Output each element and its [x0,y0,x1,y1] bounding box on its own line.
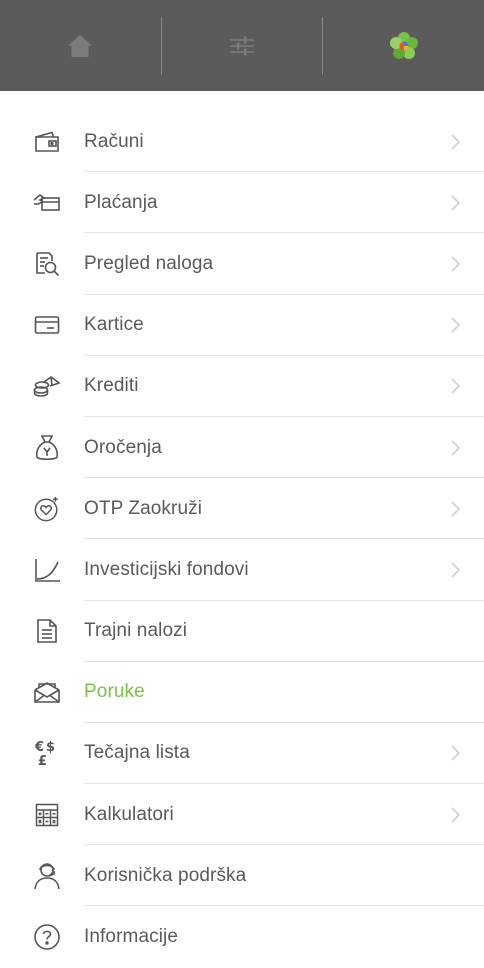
menu-item-trajni-nalozi[interactable]: Trajni nalozi [0,601,484,662]
menu-item-orocenja[interactable]: Oročenja [0,417,484,479]
menu-item-racuni[interactable]: Računi [0,111,484,173]
menu-item-tecajna-lista[interactable]: € $ £ Tečajna lista [0,723,484,785]
menu-item-kartice[interactable]: Kartice [0,295,484,356]
svg-text:$: $ [46,740,55,755]
menu-item-placanja[interactable]: Plaćanja [0,172,484,234]
menu-item-investicijski-fondovi[interactable]: Investicijski fondovi [0,539,484,601]
chevron-right-icon [448,743,462,763]
menu-item-kalkulatori[interactable]: Kalkulatori [0,784,484,846]
envelope-icon [33,678,61,706]
menu-item-label: Investicijski fondovi [84,558,249,580]
wallet-icon [33,128,61,156]
menu-item-pregled-naloga[interactable]: Pregled naloga [0,233,484,295]
support-agent-icon [33,862,61,890]
menu-item-label: Korisnička podrška [84,864,247,886]
growth-curve-icon [33,556,61,584]
chevron-right-icon [448,499,462,519]
settings-sliders-icon [229,35,255,57]
menu-item-label: Kalkulatori [84,803,174,825]
main-menu: Računi Plaćanja Pregled naloga Kartice K… [0,111,484,968]
settings-button[interactable] [162,0,323,91]
menu-item-label: Kartice [84,314,144,336]
menu-item-krediti[interactable]: Krediti [0,356,484,417]
menu-item-label: Krediti [84,375,139,397]
chevron-right-icon [448,560,462,580]
chevron-right-icon [448,438,462,458]
money-bag-icon [33,434,61,462]
calculator-icon [33,801,61,829]
menu-item-label: Poruke [84,681,145,703]
menu-item-otp-zaokruzi[interactable]: OTP Zaokruži [0,478,484,540]
menu-item-poruke[interactable]: Poruke [0,662,484,723]
svg-text:£: £ [38,754,47,768]
payment-icon [33,189,61,217]
menu-item-label: Oročenja [84,436,162,458]
chevron-right-icon [448,193,462,213]
menu-item-korisnicka-podrska[interactable]: Korisnička podrška [0,845,484,907]
document-icon [33,617,61,645]
home-icon [67,34,93,58]
card-icon [33,311,61,339]
chevron-right-icon [448,376,462,396]
menu-item-informacije[interactable]: Informacije [0,906,484,967]
chevron-right-icon [448,132,462,152]
heart-plus-icon [33,495,61,523]
home-button[interactable] [0,0,161,91]
otp-logo-icon [389,31,418,60]
menu-item-label: OTP Zaokruži [84,497,203,519]
coins-icon [33,372,61,400]
menu-item-label: Računi [84,130,144,152]
chevron-right-icon [448,254,462,274]
top-navigation-bar [0,0,484,91]
currency-exchange-icon: € $ £ [33,739,61,768]
profile-button[interactable] [323,0,484,91]
menu-item-label: Tečajna lista [84,742,190,764]
menu-item-label: Pregled naloga [84,252,214,274]
question-circle-icon [33,923,61,951]
svg-text:€: € [34,740,44,755]
order-review-icon [33,250,61,278]
menu-item-label: Informacije [84,926,179,948]
menu-item-label: Trajni nalozi [84,620,188,642]
menu-item-label: Plaćanja [84,191,158,213]
chevron-right-icon [448,315,462,335]
chevron-right-icon [448,805,462,825]
